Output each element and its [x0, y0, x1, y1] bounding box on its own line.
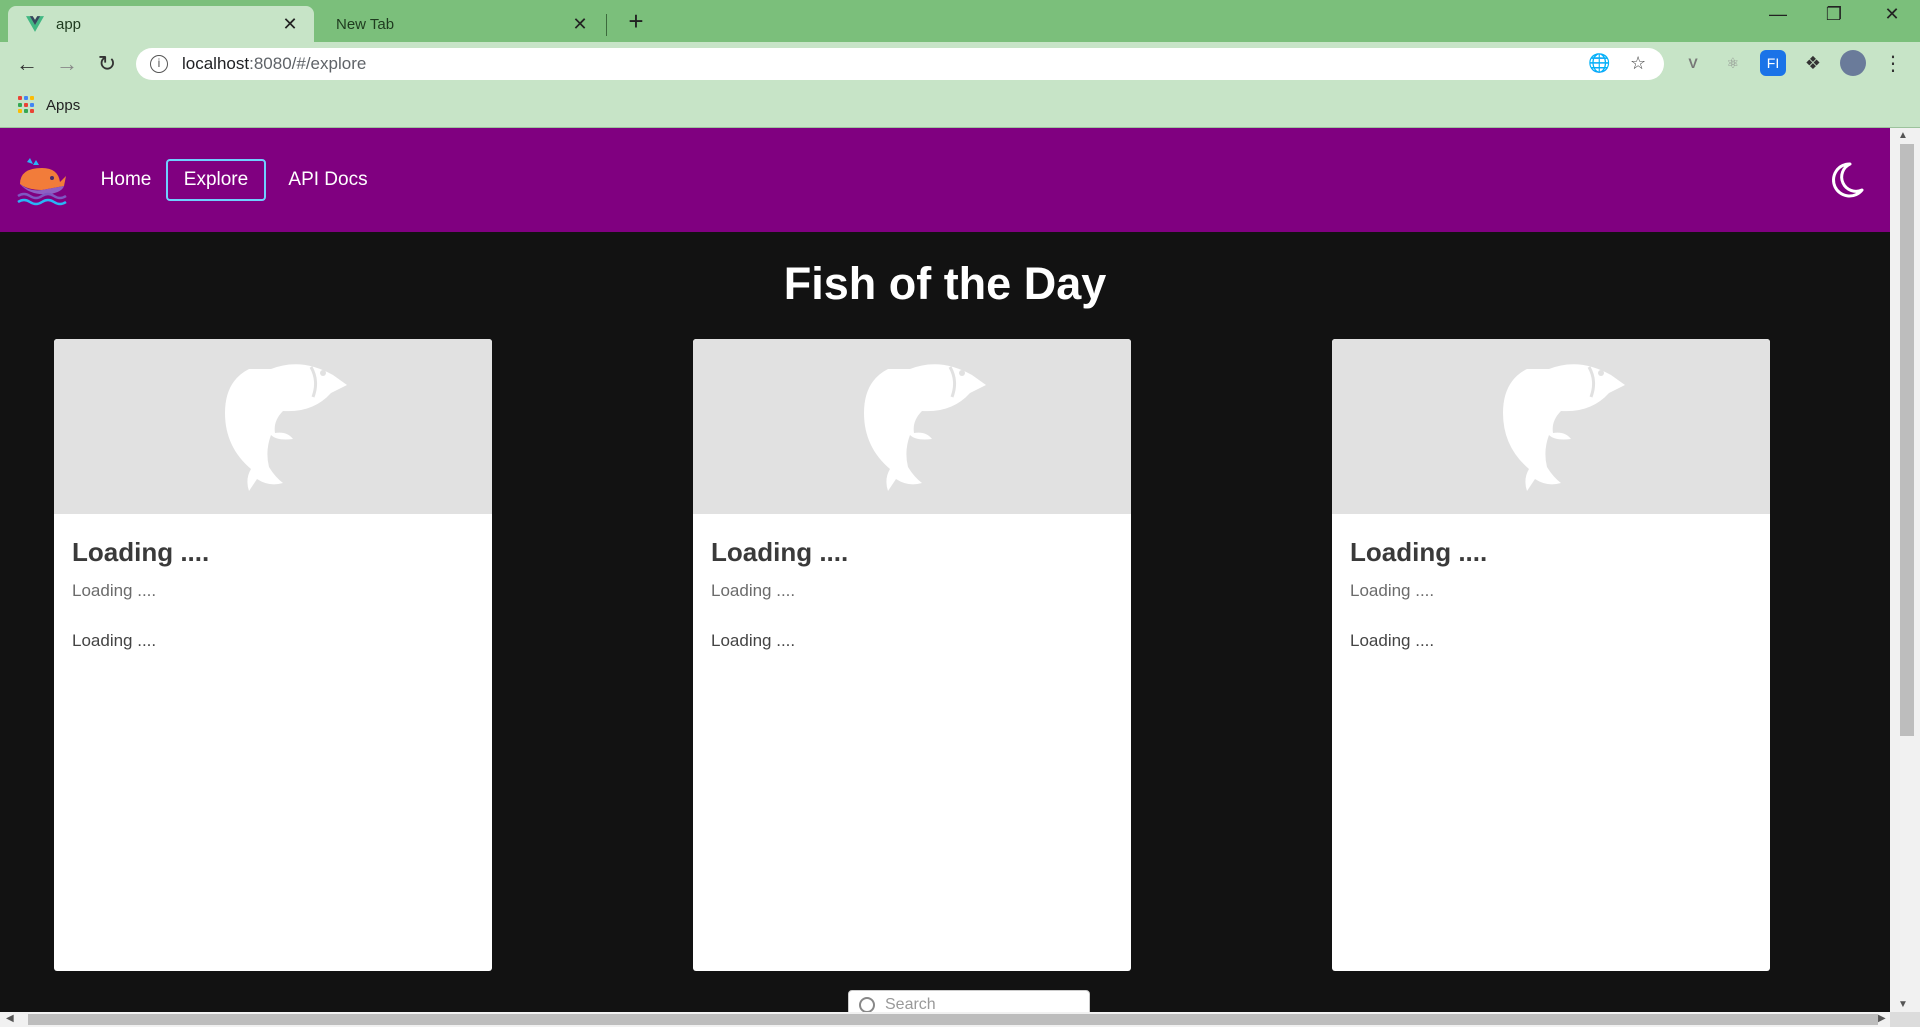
fish-card-body: Loading ....: [72, 631, 157, 650]
extensions-puzzle-icon[interactable]: ❖: [1800, 50, 1826, 76]
page-title: Fish of the Day: [783, 258, 1107, 309]
fish-card[interactable]: Loading .... Loading .... Loading ....: [693, 339, 1131, 971]
fish-icon: [225, 364, 347, 491]
fish-card-image: [693, 339, 1131, 514]
nav-home[interactable]: Home: [94, 159, 158, 201]
fish-card-image: [54, 339, 492, 514]
scroll-left-icon[interactable]: ◀: [6, 1013, 14, 1024]
vertical-scrollbar[interactable]: ▲ ▼: [1890, 128, 1920, 1012]
translate-icon[interactable]: 🌐: [1588, 53, 1610, 74]
bookmark-star-icon[interactable]: ☆: [1630, 53, 1646, 74]
close-tab-icon[interactable]: ✕: [566, 14, 594, 35]
back-icon[interactable]: ←: [12, 51, 42, 77]
address-path: :8080/#/explore: [249, 54, 367, 73]
search-icon: [859, 997, 875, 1012]
fish-card[interactable]: Loading .... Loading .... Loading ....: [1332, 339, 1770, 971]
address-bar[interactable]: i localhost:8080/#/explore 🌐 ☆: [136, 48, 1664, 80]
horizontal-scrollbar[interactable]: ◀ ▶: [0, 1012, 1890, 1027]
apps-grid-icon: [18, 96, 36, 114]
forward-icon[interactable]: →: [52, 51, 82, 77]
scroll-up-icon[interactable]: ▲: [1898, 130, 1908, 141]
nav-api-docs[interactable]: API Docs: [286, 159, 370, 201]
fish-card-title: Loading ....: [711, 537, 849, 567]
search-input[interactable]: [885, 996, 1075, 1012]
react-devtools-extension-icon[interactable]: ⚛: [1720, 50, 1746, 76]
browser-tab-app[interactable]: app ✕: [8, 6, 314, 42]
fish-card-title: Loading ....: [1350, 537, 1488, 567]
browser-tab-new-tab[interactable]: New Tab ✕: [314, 6, 604, 42]
restore-icon[interactable]: ❐: [1814, 4, 1854, 25]
vue-logo-icon: [26, 16, 44, 32]
window-close-icon[interactable]: ✕: [1872, 4, 1912, 25]
vue-devtools-extension-icon[interactable]: V: [1680, 50, 1706, 76]
close-tab-icon[interactable]: ✕: [276, 14, 304, 35]
scroll-down-icon[interactable]: ▼: [1898, 999, 1908, 1010]
browser-menu-icon[interactable]: ⋮: [1880, 50, 1906, 76]
address-host: localhost: [182, 54, 250, 73]
profile-avatar-icon[interactable]: [1840, 50, 1866, 76]
tab-divider: [606, 14, 607, 36]
fish-card-subtitle: Loading ....: [1350, 581, 1435, 600]
browser-toolbar: ← → ↻ i localhost:8080/#/explore 🌐 ☆ V ⚛…: [0, 42, 1920, 86]
fish-card-image: [1332, 339, 1770, 514]
scrollbar-corner: [1890, 1012, 1920, 1027]
fish-card-subtitle: Loading ....: [72, 581, 157, 600]
scroll-right-icon[interactable]: ▶: [1878, 1013, 1886, 1024]
tab-title: app: [56, 15, 82, 33]
fish-card[interactable]: Loading .... Loading .... Loading ....: [54, 339, 492, 971]
new-tab-button[interactable]: +: [622, 6, 650, 37]
page-viewport: Home Explore API Docs Fish of the Day Lo…: [0, 128, 1890, 1012]
nav-explore[interactable]: Explore: [166, 159, 266, 201]
horizontal-scroll-thumb[interactable]: [28, 1014, 1878, 1025]
tab-title: New Tab: [336, 15, 395, 33]
search-box[interactable]: [848, 990, 1090, 1012]
moon-icon[interactable]: [1826, 160, 1866, 200]
fish-icon: [1503, 364, 1625, 491]
vertical-scroll-thumb[interactable]: [1900, 144, 1914, 736]
fish-card-body: Loading ....: [711, 631, 796, 650]
app-navbar: Home Explore API Docs: [0, 128, 1890, 232]
apps-label: Apps: [46, 96, 81, 114]
site-info-icon[interactable]: i: [150, 55, 168, 73]
fish-card-title: Loading ....: [72, 537, 210, 567]
browser-tab-bar: app ✕ New Tab ✕ + — ❐ ✕: [0, 0, 1920, 42]
fish-card-body: Loading ....: [1350, 631, 1435, 650]
minimize-icon[interactable]: —: [1758, 4, 1798, 25]
fi-extension-icon[interactable]: FI: [1760, 50, 1786, 76]
apps-shortcut[interactable]: Apps: [18, 96, 80, 114]
fish-icon: [864, 364, 986, 491]
whale-logo-icon[interactable]: [16, 154, 68, 206]
bookmarks-bar: Apps: [0, 86, 1920, 128]
reload-icon[interactable]: ↻: [92, 51, 122, 77]
fish-card-subtitle: Loading ....: [711, 581, 796, 600]
